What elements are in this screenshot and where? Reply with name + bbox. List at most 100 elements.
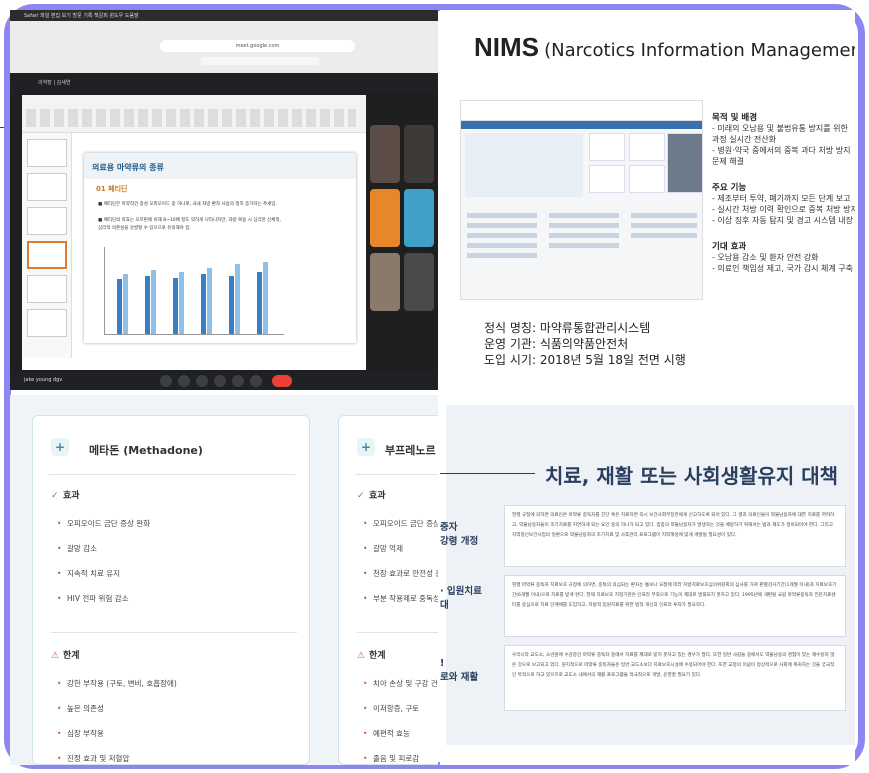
more-options-button[interactable]	[250, 375, 262, 387]
address-bar[interactable]: meet.google.com	[160, 40, 355, 52]
effects-heading: ✓ 효과	[51, 491, 80, 501]
participant-tiles	[370, 125, 436, 375]
participant-video[interactable]	[404, 125, 434, 183]
website-list-row	[549, 243, 619, 248]
participant-video[interactable]	[404, 253, 434, 311]
browser-tab[interactable]	[200, 57, 320, 65]
nims-slide: NIMS (Narcotics Information Management S…	[440, 10, 855, 390]
limit-item: • 이저항증, 구토	[363, 704, 420, 713]
buprenorphine-card: + 부프레노르 ✓ 효과 • 오피오이드 금단 증상 • 갈망 억제 • 천장 효과로 …	[338, 415, 438, 765]
limit-item: • 강한 부작용 (구토, 변비, 호흡장애)	[57, 679, 177, 688]
participant-name: jake young dgv	[24, 377, 63, 383]
website-list-row	[549, 223, 619, 228]
divider	[51, 632, 297, 633]
slide-bar-chart	[104, 247, 284, 335]
section-line: - 이상 징후 자동 탐지 및 경고 시스템 내장	[712, 216, 853, 225]
chart-bar	[145, 276, 150, 334]
nims-title-small: (Narcotics Information Management System…	[544, 40, 855, 61]
title-rule	[440, 473, 535, 474]
participant-video[interactable]	[370, 125, 400, 183]
paragraph-text: 현행 규정에 의하면 의료인은 마약류 중독자를 진단 혹은 치료하면 즉시 보…	[512, 513, 835, 538]
check-icon: ✓	[51, 491, 59, 501]
meet-header: 의약장 | 김새연	[10, 73, 438, 93]
effect-item: • 천장 효과로 안전성 증	[363, 569, 438, 578]
paragraph-text: 현행 마약류 중독자 치료보호 규정에 의하면, 중독의 의심되는 환자는 통보…	[512, 583, 837, 608]
plus-icon: +	[51, 438, 69, 456]
slide-thumbnail[interactable]	[27, 139, 67, 167]
website-nav	[461, 121, 702, 129]
treatment-title: 치료, 재활 또는 사회생활유지 대책	[545, 464, 839, 488]
effect-item: • 지속적 치료 유지	[57, 569, 121, 578]
slide-bullet: ■ 페티딘의 약효는 모르핀에 비해 8~10배 정도 약하게 나타나지만, 과…	[98, 218, 281, 223]
limit-item: • 졸음 및 피로감	[363, 754, 420, 763]
slide-thumbnail[interactable]	[27, 309, 67, 337]
divider	[357, 632, 438, 633]
website-banner	[465, 133, 583, 197]
limit-item: • 치아 손상 및 구강 건	[363, 679, 438, 688]
chart-bar	[123, 274, 128, 334]
limit-item: • 심장 부작용	[57, 729, 104, 738]
row-label: · 입원치료 대	[440, 586, 482, 611]
effect-item: • 오피오이드 금단 증상 완화	[57, 519, 151, 528]
section-line: - 오남용 감소 및 환자 안전 강화	[712, 253, 819, 262]
chart-bar	[235, 264, 240, 334]
row-label: 증자 강령 개정	[440, 522, 479, 547]
slide-thumbnail[interactable]	[27, 173, 67, 201]
website-card	[589, 165, 625, 193]
effect-item: • 갈망 억제	[363, 544, 403, 553]
website-card	[629, 133, 665, 161]
website-list-row	[549, 233, 619, 238]
paragraph-text: 우리나라 교도소, 소년원에 수감중인 마약류 중독자 중에서 치료를 제대로 …	[512, 653, 835, 678]
slide-thumbnail[interactable]	[27, 207, 67, 235]
section-line: 과정 실시간 전산화	[712, 135, 776, 144]
participant-avatar[interactable]	[404, 189, 434, 247]
info-operator: 운영 기관: 식품의약품안전처	[484, 337, 629, 351]
camera-button[interactable]	[178, 375, 190, 387]
slide-thumbnail[interactable]	[27, 275, 67, 303]
info-introduced: 도입 시기: 2018년 5월 18일 전면 시행	[484, 353, 686, 367]
effect-item: • 갈망 감소	[57, 544, 97, 553]
mac-menu-bar: Safari 파일 편집 보기 방문 기록 책갈피 윈도우 도움말	[10, 10, 438, 21]
slide-bullet: 심리적 의존성을 유발할 수 있으므로 유의해야 함.	[98, 226, 191, 231]
raise-hand-button[interactable]	[232, 375, 244, 387]
end-call-button[interactable]	[272, 375, 292, 387]
section-line: - 미래의 오남용 및 불법유통 방지를 위한	[712, 124, 848, 133]
slide-thumbnail-selected[interactable]	[27, 241, 67, 269]
row-label: ! 로와 재활	[440, 658, 479, 683]
ppt-toolbar[interactable]	[26, 109, 356, 127]
slide-thumbnails	[22, 133, 72, 358]
drug-cards: + 메타돈 (Methadone) ✓ 효과 • 오피오이드 금단 증상 완화 • 갈…	[10, 395, 438, 765]
chart-bar	[257, 272, 262, 334]
paragraph-box: 현행 규정에 의하면 의료인은 마약류 중독자를 진단 혹은 치료하면 즉시 보…	[504, 505, 846, 567]
website-list-row	[467, 233, 537, 238]
slide-bullet: ■ 페티딘은 마약작인 중성 오피오이드 중 하나로, 국내 처방 환자 사용의…	[98, 202, 277, 207]
paragraph-box: 우리나라 교도소, 소년원에 수감중인 마약류 중독자 중에서 치료를 제대로 …	[504, 645, 846, 711]
chart-bar	[151, 270, 156, 334]
mic-button[interactable]	[160, 375, 172, 387]
limit-item: • 예편적 효능	[363, 729, 410, 738]
section-heading: 목적 및 배경	[712, 113, 758, 123]
slide-subtitle: 01 페티딘	[96, 185, 128, 193]
card-title: 메타돈 (Methadone)	[89, 444, 203, 457]
divider	[49, 474, 295, 475]
check-icon: ✓	[357, 491, 365, 501]
section-line: - 병원·약국 중에서의 중복 과다 처방 방지	[712, 146, 851, 155]
participant-video[interactable]	[370, 253, 400, 311]
section-heading: 기대 효과	[712, 242, 747, 252]
plus-icon: +	[357, 438, 375, 456]
chart-bar	[201, 274, 206, 334]
captions-button[interactable]	[196, 375, 208, 387]
nims-info: 정식 명칭: 마약류통합관리시스템 운영 기관: 식품의약품안전처 도입 시기:…	[484, 320, 686, 368]
limit-item: • 높은 의존성	[57, 704, 104, 713]
participant-avatar[interactable]	[370, 189, 400, 247]
website-list-row	[549, 213, 619, 218]
website-list-row	[631, 233, 697, 238]
website-card	[667, 133, 703, 193]
shared-screen: 의료용 마약류의 종류 01 페티딘 ■ 페티딘은 마약작인 중성 오피오이드 …	[22, 95, 366, 370]
present-button[interactable]	[214, 375, 226, 387]
website-list-row	[631, 223, 697, 228]
video-meeting-screenshot: Safari 파일 편집 보기 방문 기록 책갈피 윈도우 도움말 meet.g…	[10, 10, 438, 390]
website-list-row	[467, 213, 537, 218]
browser-chrome: meet.google.com	[10, 21, 438, 73]
chart-bar	[229, 276, 234, 334]
